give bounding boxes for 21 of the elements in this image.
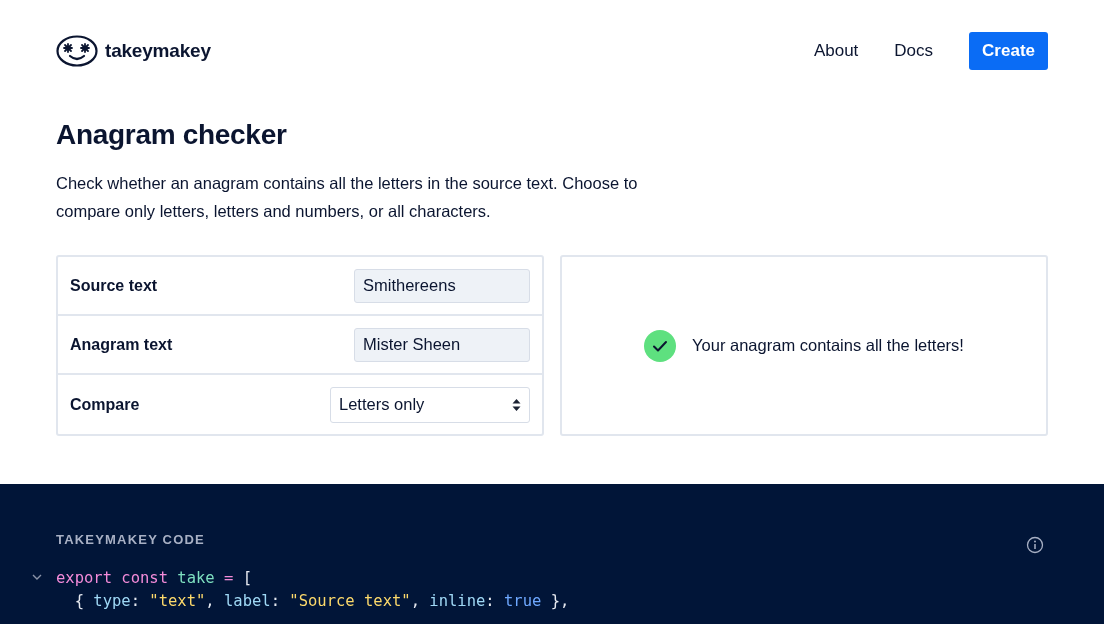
chevron-icon[interactable] [32,574,42,581]
updown-arrows-icon [512,397,521,412]
code-line: { type: "text", label: "Source text", inline: true }, [73,591,570,610]
brand-name[interactable]: takeymakey [105,40,211,62]
field-label: Compare [70,395,140,414]
info-icon[interactable] [1026,536,1044,554]
check-circle-icon [644,329,677,362]
code-line: export const take = [ [56,568,252,587]
field-label: Anagram text [70,335,173,354]
input-field[interactable]: Smithereens [354,268,530,303]
nav-link[interactable]: About [813,41,859,61]
page-title: Anagram checker [56,119,288,151]
smiley-logo-icon [56,35,98,67]
input-field[interactable]: Mister Sheen [354,327,530,362]
field-label: Source text [70,276,158,295]
code-heading: TAKEYMAKEY CODE [56,531,205,547]
nav-link[interactable]: Docs [894,41,934,61]
result-message: Your anagram contains all the letters! [692,336,964,355]
create-button[interactable]: Create [969,32,1048,70]
description-text: Check whether an anagram contains all the letters in the source text. Choose to compare only letters, letters and numbers, or all characters. [56,173,639,222]
select-field[interactable]: Letters only [330,386,530,423]
